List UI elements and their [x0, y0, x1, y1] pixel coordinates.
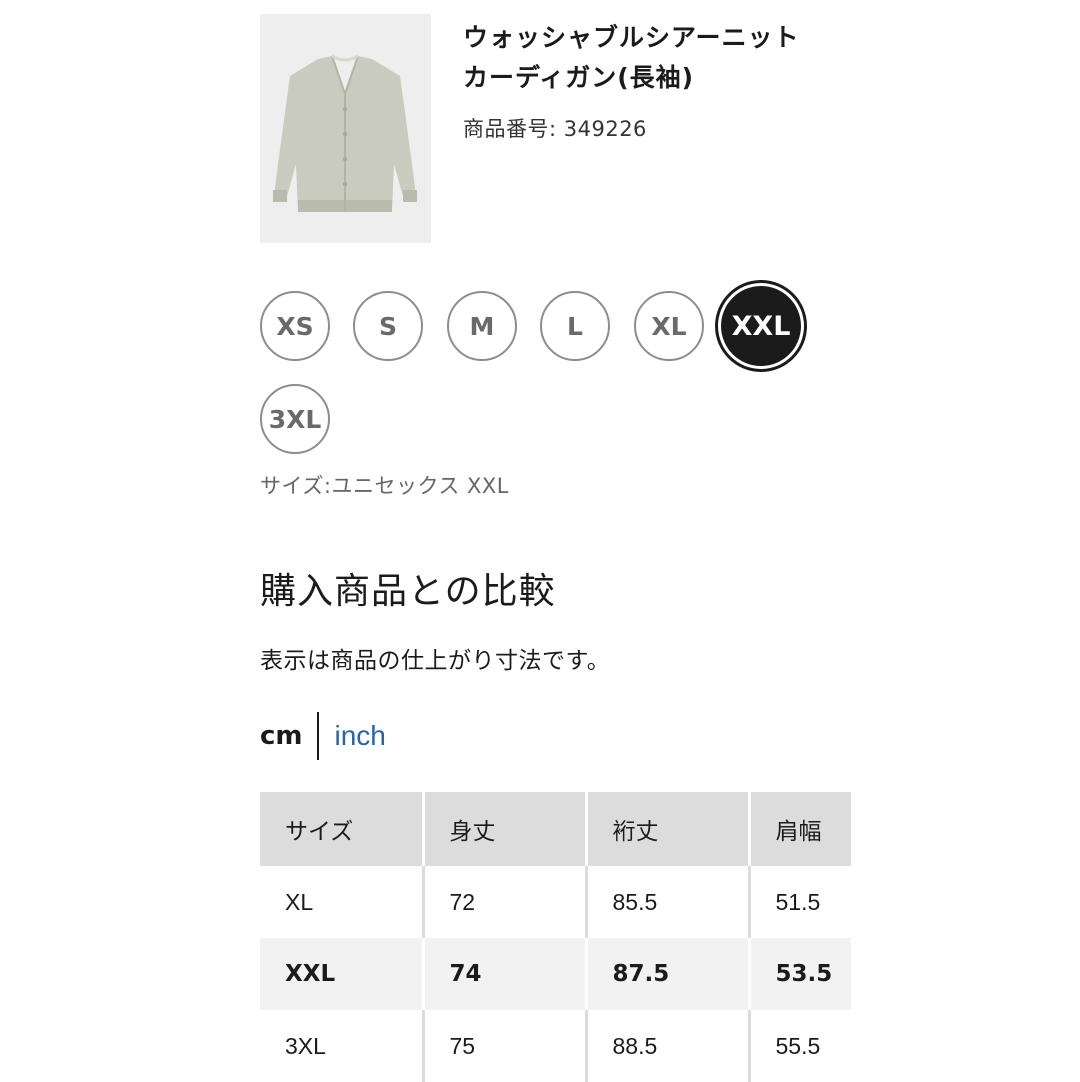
table-cell: 87.5: [584, 938, 749, 1010]
table-row-selected: XXL 74 87.5 53.5: [260, 938, 851, 1010]
column-header-shoulder-width: 肩幅: [747, 792, 851, 866]
column-header-sleeve-length: 裄丈: [584, 792, 749, 866]
table-cell: 55.5: [747, 1010, 851, 1082]
table-header-row: サイズ 身丈 裄丈 肩幅: [260, 792, 851, 866]
table-cell: 72: [421, 866, 586, 938]
size-option-xs[interactable]: XS: [260, 291, 330, 361]
table-row: 3XL 75 88.5 55.5: [260, 1010, 851, 1082]
column-header-body-length: 身丈: [421, 792, 586, 866]
product-image[interactable]: [260, 14, 431, 243]
size-option-m[interactable]: M: [447, 291, 517, 361]
table-cell: 74: [421, 938, 586, 1010]
comparison-note: 表示は商品の仕上がり寸法です。: [260, 648, 611, 674]
size-option-xxl[interactable]: XXL: [724, 289, 798, 363]
size-option-xl[interactable]: XL: [634, 291, 704, 361]
size-option-l[interactable]: L: [540, 291, 610, 361]
table-cell-size: 3XL: [285, 1032, 326, 1059]
size-option-s[interactable]: S: [353, 291, 423, 361]
cardigan-image: [260, 14, 431, 243]
table-cell: 88.5: [584, 1010, 749, 1082]
unit-toggle: cm inch: [260, 710, 386, 762]
table-cell-size: XL: [285, 888, 314, 915]
column-header-size: サイズ: [260, 792, 423, 866]
table-cell-size: XXL: [260, 938, 423, 1010]
unit-inch-link[interactable]: inch: [319, 720, 386, 752]
table-cell: 51.5: [747, 866, 851, 938]
size-comparison-table: サイズ 身丈 裄丈 肩幅 XL 72 85.5 51.5 XXL 74 87.5…: [260, 792, 851, 1082]
product-name: ウォッシャブルシアーニットカーディガン(長袖): [463, 23, 800, 92]
product-number: 商品番号: 349226: [463, 117, 647, 141]
comparison-title: 購入商品との比較: [260, 571, 556, 612]
table-cell: 53.5: [747, 938, 851, 1010]
unit-cm-option[interactable]: cm: [260, 721, 317, 751]
size-option-3xl[interactable]: 3XL: [260, 384, 330, 454]
table-cell: 85.5: [584, 866, 749, 938]
table-row: XL 72 85.5 51.5: [260, 866, 851, 938]
selected-size-label: サイズ:ユニセックス XXL: [260, 474, 509, 498]
table-cell: 75: [421, 1010, 586, 1082]
